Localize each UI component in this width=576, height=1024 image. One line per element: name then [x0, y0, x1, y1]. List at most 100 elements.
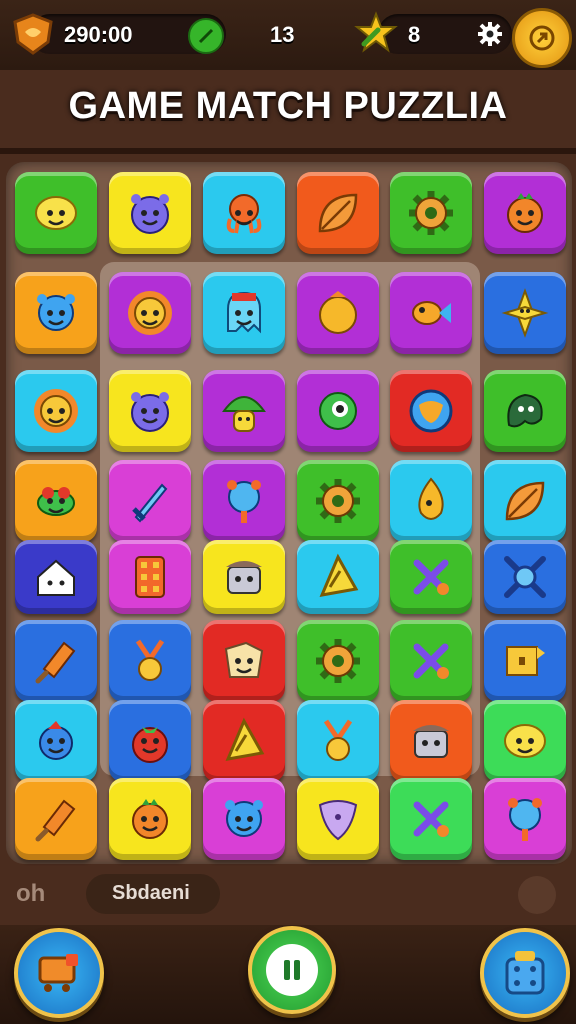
- tile-r6-c4[interactable]: [297, 620, 379, 702]
- tile-r6-c3[interactable]: [203, 620, 285, 702]
- leaf-icon: [318, 193, 358, 233]
- blue-face-icon: [225, 800, 263, 837]
- triangle-icon: [319, 553, 359, 597]
- bear-pop-icon: [508, 798, 542, 841]
- coin-button[interactable]: [512, 8, 572, 68]
- star-icon: [354, 10, 398, 54]
- domino-icon: [135, 556, 165, 598]
- footer-right-label: Sbdaeni: [112, 882, 190, 904]
- tile-r6-c5[interactable]: [390, 620, 472, 702]
- cross-icon: [413, 643, 449, 679]
- tile-r7-c1[interactable]: [15, 700, 97, 782]
- bird-icon: [39, 721, 73, 760]
- tile-r7-c6[interactable]: [484, 700, 566, 782]
- tile-r5-c3[interactable]: [203, 540, 285, 614]
- tile-r4-c6[interactable]: [484, 460, 566, 542]
- coin-icon: [529, 25, 555, 51]
- tile-r8-c3[interactable]: [203, 778, 285, 860]
- tile-r3-c1[interactable]: [15, 370, 97, 452]
- tile-r2-c4[interactable]: [297, 272, 379, 354]
- tile-r8-c2[interactable]: [109, 778, 191, 860]
- tile-r8-c1[interactable]: [15, 778, 97, 860]
- medal-icon: [323, 719, 353, 761]
- tile-r4-c5[interactable]: [390, 460, 472, 542]
- tile-r7-c5[interactable]: [390, 700, 472, 782]
- shield-icon: [10, 12, 56, 56]
- blue-face-icon: [37, 294, 75, 331]
- tile-r7-c4[interactable]: [297, 700, 379, 782]
- sun-icon: [34, 389, 78, 433]
- tile-r3-c5[interactable]: [390, 370, 472, 452]
- tile-r4-c2[interactable]: [109, 460, 191, 542]
- green-leaf-icon: [188, 18, 224, 54]
- blob-icon: [507, 393, 543, 428]
- dice-box-icon: [505, 951, 545, 995]
- top-hud: 290:00 13 8: [0, 0, 576, 70]
- tile-r5-c4[interactable]: [297, 540, 379, 614]
- sun-icon: [128, 291, 172, 335]
- tile-r2-c1[interactable]: [15, 272, 97, 354]
- purple-monster-icon: [131, 194, 169, 234]
- sword-icon: [132, 483, 168, 523]
- title-divider: [0, 148, 576, 154]
- tile-r4-c1[interactable]: [15, 460, 97, 542]
- cheese-icon: [224, 641, 264, 678]
- tile-r7-c2[interactable]: [109, 700, 191, 782]
- fish-icon: [412, 301, 451, 325]
- bear-pop-icon: [227, 480, 261, 523]
- tile-r7-c3[interactable]: [203, 700, 285, 782]
- tile-r2-c2[interactable]: [109, 272, 191, 354]
- tile-r2-c3[interactable]: [203, 272, 285, 354]
- tile-r6-c1[interactable]: [15, 620, 97, 702]
- leaf-icon: [505, 481, 545, 521]
- tile-r4-c3[interactable]: [203, 460, 285, 542]
- gear-icon: [316, 479, 360, 523]
- pause-icon: [266, 944, 318, 996]
- cross-icon: [413, 559, 449, 595]
- gear-icon[interactable]: [476, 20, 504, 48]
- gear-icon: [409, 191, 453, 235]
- tile-r1-c5[interactable]: [390, 172, 472, 254]
- tile-r3-c3[interactable]: [203, 370, 285, 452]
- tile-r3-c2[interactable]: [109, 370, 191, 452]
- orange-ball-icon: [319, 291, 357, 334]
- flame-icon: [418, 477, 444, 520]
- tile-r5-c5[interactable]: [390, 540, 472, 614]
- gear-icon: [316, 639, 360, 683]
- robot-icon: [226, 561, 262, 594]
- tile-r3-c6[interactable]: [484, 370, 566, 452]
- mushroom-icon: [222, 396, 266, 432]
- tile-r6-c6[interactable]: [484, 620, 566, 702]
- tile-r1-c2[interactable]: [109, 172, 191, 254]
- tile-r3-c4[interactable]: [297, 370, 379, 452]
- footer-left-label: oh: [16, 880, 46, 907]
- tile-r8-c4[interactable]: [297, 778, 379, 860]
- green-monster-icon: [319, 392, 357, 430]
- tile-r2-c5[interactable]: [390, 272, 472, 354]
- popsicle-icon: [35, 799, 76, 842]
- powerup-button[interactable]: [14, 928, 104, 1018]
- tomato-icon: [132, 727, 168, 763]
- pause-button[interactable]: [248, 926, 336, 1014]
- tile-r5-c2[interactable]: [109, 540, 191, 614]
- turtle-icon: [37, 487, 75, 516]
- tile-r1-c6[interactable]: [484, 172, 566, 254]
- score-value: 290:00: [64, 22, 133, 47]
- tile-r8-c6[interactable]: [484, 778, 566, 860]
- orange-face-icon: [132, 799, 168, 839]
- cart-icon: [38, 954, 78, 992]
- orange-face-icon: [507, 193, 543, 233]
- tile-r1-c3[interactable]: [203, 172, 285, 254]
- cross-icon: [413, 801, 449, 837]
- tile-r4-c4[interactable]: [297, 460, 379, 542]
- tile-r2-c6[interactable]: [484, 272, 566, 354]
- tile-r5-c6[interactable]: [484, 540, 566, 614]
- tile-r8-c5[interactable]: [390, 778, 472, 860]
- popsicle-icon: [35, 641, 76, 684]
- ghost-icon: [227, 291, 261, 334]
- tile-r6-c2[interactable]: [109, 620, 191, 702]
- tile-r5-c1[interactable]: [15, 540, 97, 614]
- tile-r1-c1[interactable]: [15, 172, 97, 254]
- inventory-button[interactable]: [480, 928, 570, 1018]
- tile-r1-c4[interactable]: [297, 172, 379, 254]
